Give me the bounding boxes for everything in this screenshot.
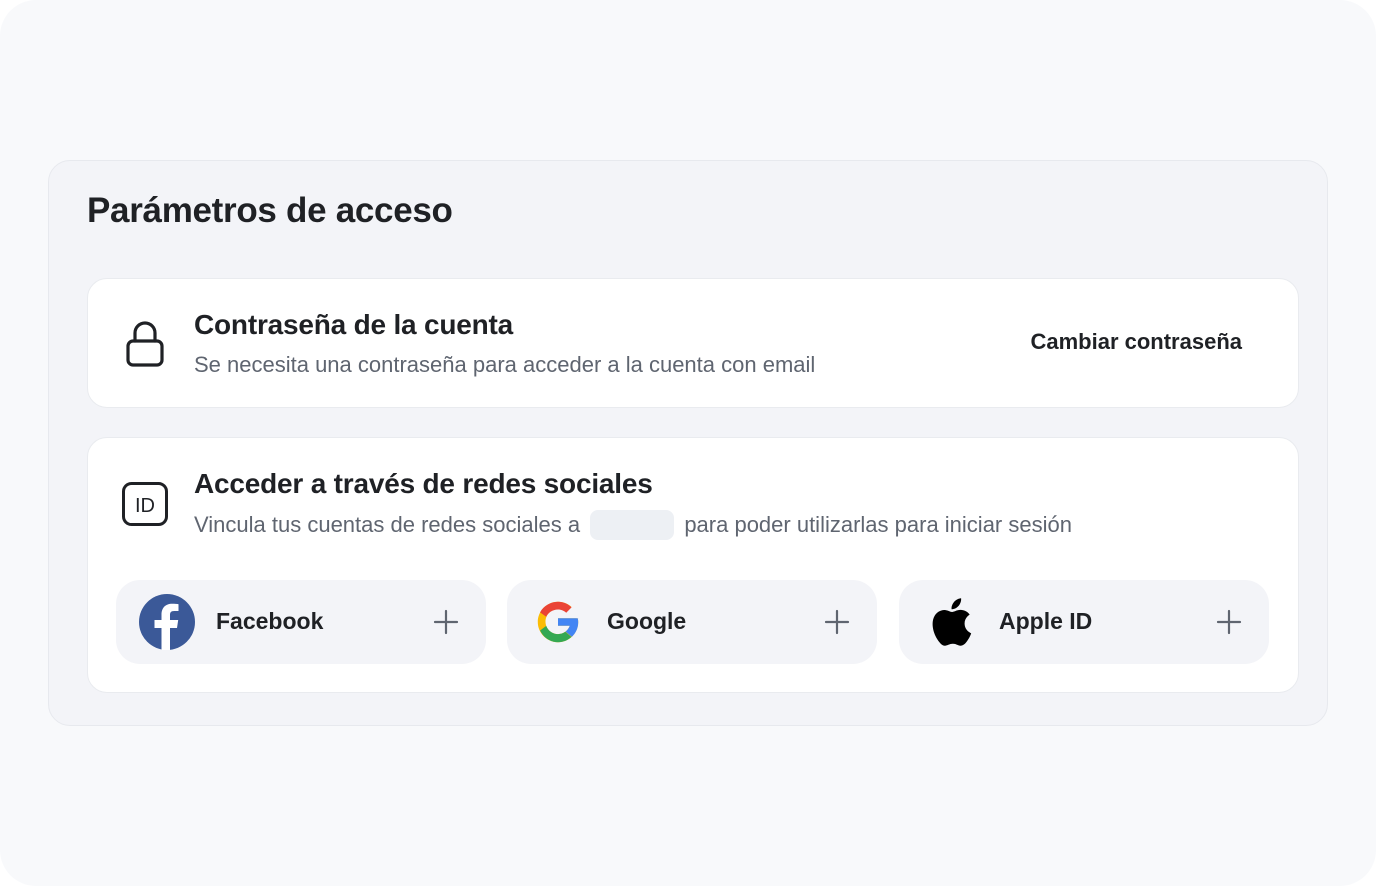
social-description-end: para poder utilizarlas para iniciar sesi… <box>684 512 1072 537</box>
provider-name: Facebook <box>216 608 324 634</box>
plus-icon[interactable] <box>432 608 460 636</box>
password-card: Contraseña de la cuenta Se necesita una … <box>87 278 1299 408</box>
apple-icon <box>921 593 979 651</box>
plus-icon[interactable] <box>823 608 851 636</box>
change-password-button[interactable]: Cambiar contraseña <box>1030 329 1242 355</box>
provider-google[interactable]: Google <box>507 580 877 664</box>
social-login-card: ID Acceder a través de redes sociales Vi… <box>87 437 1299 693</box>
page-title: Parámetros de acceso <box>87 191 453 230</box>
social-description: Vincula tus cuentas de redes sociales a … <box>194 510 1072 540</box>
redacted-app-name <box>590 510 675 540</box>
social-title: Acceder a través de redes sociales <box>194 468 653 499</box>
access-settings-panel: Parámetros de acceso Contraseña de la cu… <box>48 160 1328 726</box>
google-icon <box>529 593 587 651</box>
svg-text:ID: ID <box>135 495 155 517</box>
provider-name: Apple ID <box>999 608 1093 634</box>
page-background: Parámetros de acceso Contraseña de la cu… <box>0 0 1376 886</box>
social-providers: Facebook Google Apple ID <box>116 580 1270 664</box>
plus-icon[interactable] <box>1215 608 1243 636</box>
provider-name: Google <box>607 608 687 634</box>
lock-icon <box>120 319 170 369</box>
provider-facebook[interactable]: Facebook <box>116 580 486 664</box>
facebook-icon <box>138 593 196 651</box>
password-description: Se necesita una contraseña para acceder … <box>194 352 816 377</box>
id-card-icon: ID <box>120 479 170 529</box>
provider-apple[interactable]: Apple ID <box>899 580 1269 664</box>
social-description-start: Vincula tus cuentas de redes sociales a <box>194 512 581 537</box>
password-title: Contraseña de la cuenta <box>194 309 514 340</box>
